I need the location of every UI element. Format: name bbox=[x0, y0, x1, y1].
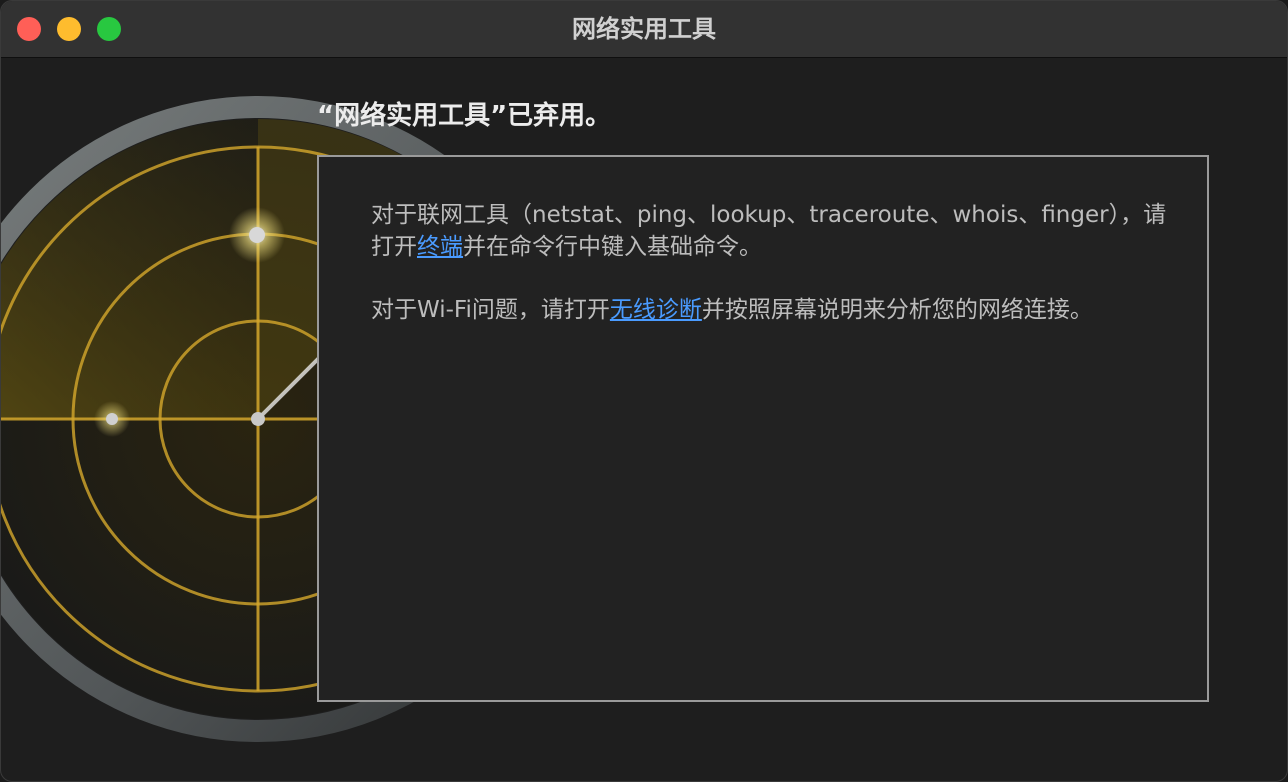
paragraph-text: 并在命令行中键入基础命令。 bbox=[463, 234, 762, 260]
network-tools-paragraph: 对于联网工具（netstat、ping、lookup、traceroute、wh… bbox=[371, 199, 1171, 263]
title-bar[interactable]: 网络实用工具 bbox=[1, 1, 1287, 58]
paragraph-text: 并按照屏幕说明来分析您的网络连接。 bbox=[701, 297, 1093, 323]
terminal-link[interactable]: 终端 bbox=[417, 234, 463, 260]
window-title: 网络实用工具 bbox=[572, 15, 716, 43]
info-panel: 对于联网工具（netstat、ping、lookup、traceroute、wh… bbox=[317, 155, 1209, 702]
wireless-diagnostics-link[interactable]: 无线诊断 bbox=[610, 297, 702, 323]
wifi-paragraph: 对于Wi-Fi问题，请打开无线诊断并按照屏幕说明来分析您的网络连接。 bbox=[371, 294, 1171, 326]
deprecation-heading: “网络实用工具”已弃用。 bbox=[317, 101, 612, 131]
paragraph-text: 对于Wi-Fi问题，请打开 bbox=[371, 297, 610, 323]
app-window: 网络实用工具 “网络实用工具”已弃用。 对于联网工具（netstat、ping、… bbox=[0, 0, 1288, 782]
